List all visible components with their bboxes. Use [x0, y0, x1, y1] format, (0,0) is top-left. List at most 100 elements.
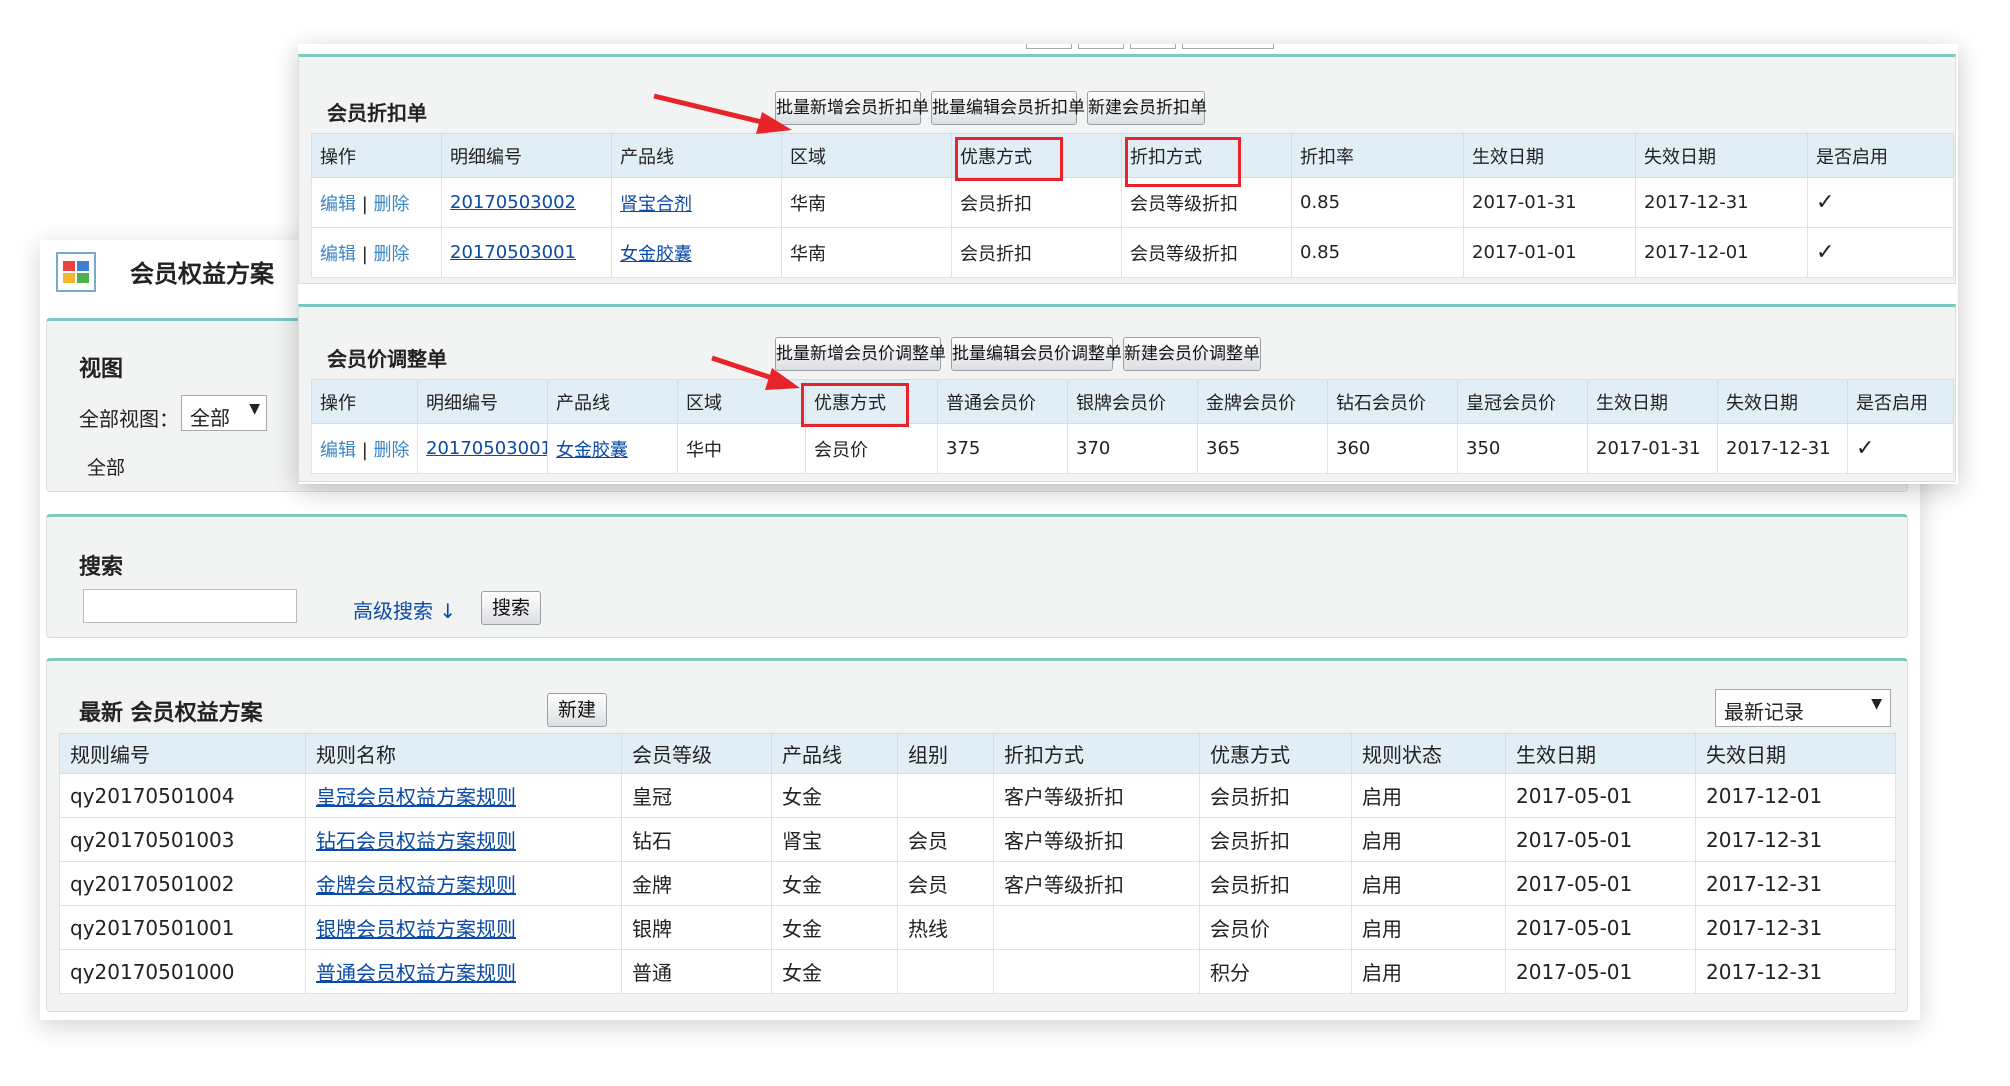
batch-add-price-button[interactable]: 批量新增会员价调整单	[775, 337, 946, 371]
sort-select[interactable]: 最新记录 ▼	[1715, 689, 1891, 727]
price-heading: 会员价调整单	[327, 347, 447, 371]
group-cell: 会员	[897, 817, 994, 862]
delete-link[interactable]: 删除	[374, 440, 410, 461]
group-cell: 热线	[897, 905, 994, 950]
expiry-cell: 2017-12-31	[1695, 817, 1896, 862]
new-price-button[interactable]: 新建会员价调整单	[1123, 337, 1261, 371]
col-product-line[interactable]: 产品线	[611, 133, 782, 178]
level-cell: 钻石	[621, 817, 772, 862]
rate-cell: 0.85	[1291, 227, 1464, 278]
rule-name-link[interactable]: 钻石会员权益方案规则	[305, 817, 622, 862]
product-link[interactable]: 肾宝合剂	[611, 177, 782, 228]
col-silver-price[interactable]: 银牌会员价	[1067, 379, 1198, 424]
col-member-level[interactable]: 会员等级	[621, 733, 772, 774]
col-expiry-date[interactable]: 失效日期	[1635, 133, 1808, 178]
col-region[interactable]: 区域	[677, 379, 806, 424]
detail-id-link[interactable]: 20170503001	[417, 423, 548, 474]
edit-link[interactable]: 编辑	[320, 244, 356, 265]
col-discount-method[interactable]: 折扣方式	[993, 733, 1200, 774]
normal-price-cell: 375	[937, 423, 1068, 474]
col-rule-id[interactable]: 规则编号	[59, 733, 306, 774]
rule-id-cell: qy20170501003	[59, 817, 306, 862]
batch-add-discount-button[interactable]: 批量新增会员折扣单	[775, 91, 929, 125]
app-logo-icon	[56, 252, 96, 292]
enabled-check: ✓	[1847, 423, 1954, 474]
edit-link[interactable]: 编辑	[320, 194, 356, 215]
col-product-line[interactable]: 产品线	[547, 379, 678, 424]
price-section: 会员价调整单 批量新增会员价调整单 批量编辑会员价调整单 新建会员价调整单 操作…	[298, 304, 1956, 482]
view-label: 全部视图：	[79, 407, 179, 431]
highlight-promo-method	[801, 383, 909, 427]
rate-cell: 0.85	[1291, 177, 1464, 228]
silver-price-cell: 370	[1067, 423, 1198, 474]
rule-name-link[interactable]: 皇冠会员权益方案规则	[305, 773, 622, 818]
gold-price-cell: 365	[1197, 423, 1328, 474]
search-input[interactable]	[83, 589, 297, 623]
status-cell: 启用	[1351, 905, 1506, 950]
col-group[interactable]: 组别	[897, 733, 994, 774]
advanced-search-link[interactable]: 高级搜索 ↓	[353, 595, 456, 624]
edit-link[interactable]: 编辑	[320, 440, 356, 461]
detail-id-link[interactable]: 20170503002	[441, 177, 612, 228]
region-cell: 华南	[781, 227, 952, 278]
view-select[interactable]: 全部 ▼	[181, 395, 267, 431]
detail-id-link[interactable]: 20170503001	[441, 227, 612, 278]
col-detail-id[interactable]: 明细编号	[417, 379, 548, 424]
col-crown-price[interactable]: 皇冠会员价	[1457, 379, 1588, 424]
view-heading: 视图	[79, 357, 124, 382]
table-row: qy20170501001 银牌会员权益方案规则 银牌 女金 热线 会员价 启用…	[59, 905, 1896, 950]
enabled-check: ✓	[1807, 227, 1954, 278]
search-button[interactable]: 搜索	[481, 591, 541, 625]
rule-name-link[interactable]: 银牌会员权益方案规则	[305, 905, 622, 950]
recent-panel: 最新 会员权益方案 新建 最新记录 ▼ 规则编号 规则名称 会员等级 产品线 组…	[46, 658, 1908, 1012]
col-rule-status[interactable]: 规则状态	[1351, 733, 1506, 774]
delete-link[interactable]: 删除	[374, 194, 410, 215]
product-cell: 肾宝	[771, 817, 898, 862]
col-discount-rate[interactable]: 折扣率	[1291, 133, 1464, 178]
level-cell: 金牌	[621, 861, 772, 906]
promo-cell: 会员价	[805, 423, 938, 474]
promo-cell: 会员折扣	[1199, 773, 1352, 818]
col-effective-date[interactable]: 生效日期	[1463, 133, 1636, 178]
col-effective-date[interactable]: 生效日期	[1587, 379, 1718, 424]
recent-table: 规则编号 规则名称 会员等级 产品线 组别 折扣方式 优惠方式 规则状态 生效日…	[59, 733, 1896, 994]
col-promo-method[interactable]: 优惠方式	[1199, 733, 1352, 774]
col-enabled[interactable]: 是否启用	[1807, 133, 1954, 178]
status-cell: 启用	[1351, 773, 1506, 818]
expiry-cell: 2017-12-31	[1695, 905, 1896, 950]
discount-cell	[993, 905, 1200, 950]
region-cell: 华中	[677, 423, 806, 474]
effective-cell: 2017-05-01	[1505, 905, 1696, 950]
rule-name-link[interactable]: 普通会员权益方案规则	[305, 949, 622, 994]
col-expiry-date[interactable]: 失效日期	[1695, 733, 1896, 774]
col-rule-name[interactable]: 规则名称	[305, 733, 622, 774]
group-cell	[897, 773, 994, 818]
new-discount-button[interactable]: 新建会员折扣单	[1087, 91, 1207, 125]
promo-cell: 会员折扣	[1199, 861, 1352, 906]
col-diamond-price[interactable]: 钻石会员价	[1327, 379, 1458, 424]
new-plan-button[interactable]: 新建	[547, 693, 607, 727]
delete-link[interactable]: 删除	[374, 244, 410, 265]
col-enabled[interactable]: 是否启用	[1847, 379, 1954, 424]
col-effective-date[interactable]: 生效日期	[1505, 733, 1696, 774]
batch-edit-discount-button[interactable]: 批量编辑会员折扣单	[931, 91, 1085, 125]
col-product-line[interactable]: 产品线	[771, 733, 898, 774]
expiry-cell: 2017-12-31	[1635, 177, 1808, 228]
col-gold-price[interactable]: 金牌会员价	[1197, 379, 1328, 424]
col-region[interactable]: 区域	[781, 133, 952, 178]
product-link[interactable]: 女金胶囊	[547, 423, 678, 474]
col-expiry-date[interactable]: 失效日期	[1717, 379, 1848, 424]
col-normal-price[interactable]: 普通会员价	[937, 379, 1068, 424]
action-cell: 编辑 | 删除	[311, 423, 418, 474]
group-cell: 会员	[897, 861, 994, 906]
highlight-discount-method	[1125, 137, 1241, 187]
col-action: 操作	[311, 379, 418, 424]
product-cell: 女金	[771, 905, 898, 950]
table-row: qy20170501002 金牌会员权益方案规则 金牌 女金 会员 客户等级折扣…	[59, 861, 1896, 906]
table-row: qy20170501000 普通会员权益方案规则 普通 女金 积分 启用 201…	[59, 949, 1896, 994]
view-current[interactable]: 全部	[87, 453, 125, 480]
rule-name-link[interactable]: 金牌会员权益方案规则	[305, 861, 622, 906]
product-link[interactable]: 女金胶囊	[611, 227, 782, 278]
batch-edit-price-button[interactable]: 批量编辑会员价调整单	[951, 337, 1122, 371]
col-detail-id[interactable]: 明细编号	[441, 133, 612, 178]
